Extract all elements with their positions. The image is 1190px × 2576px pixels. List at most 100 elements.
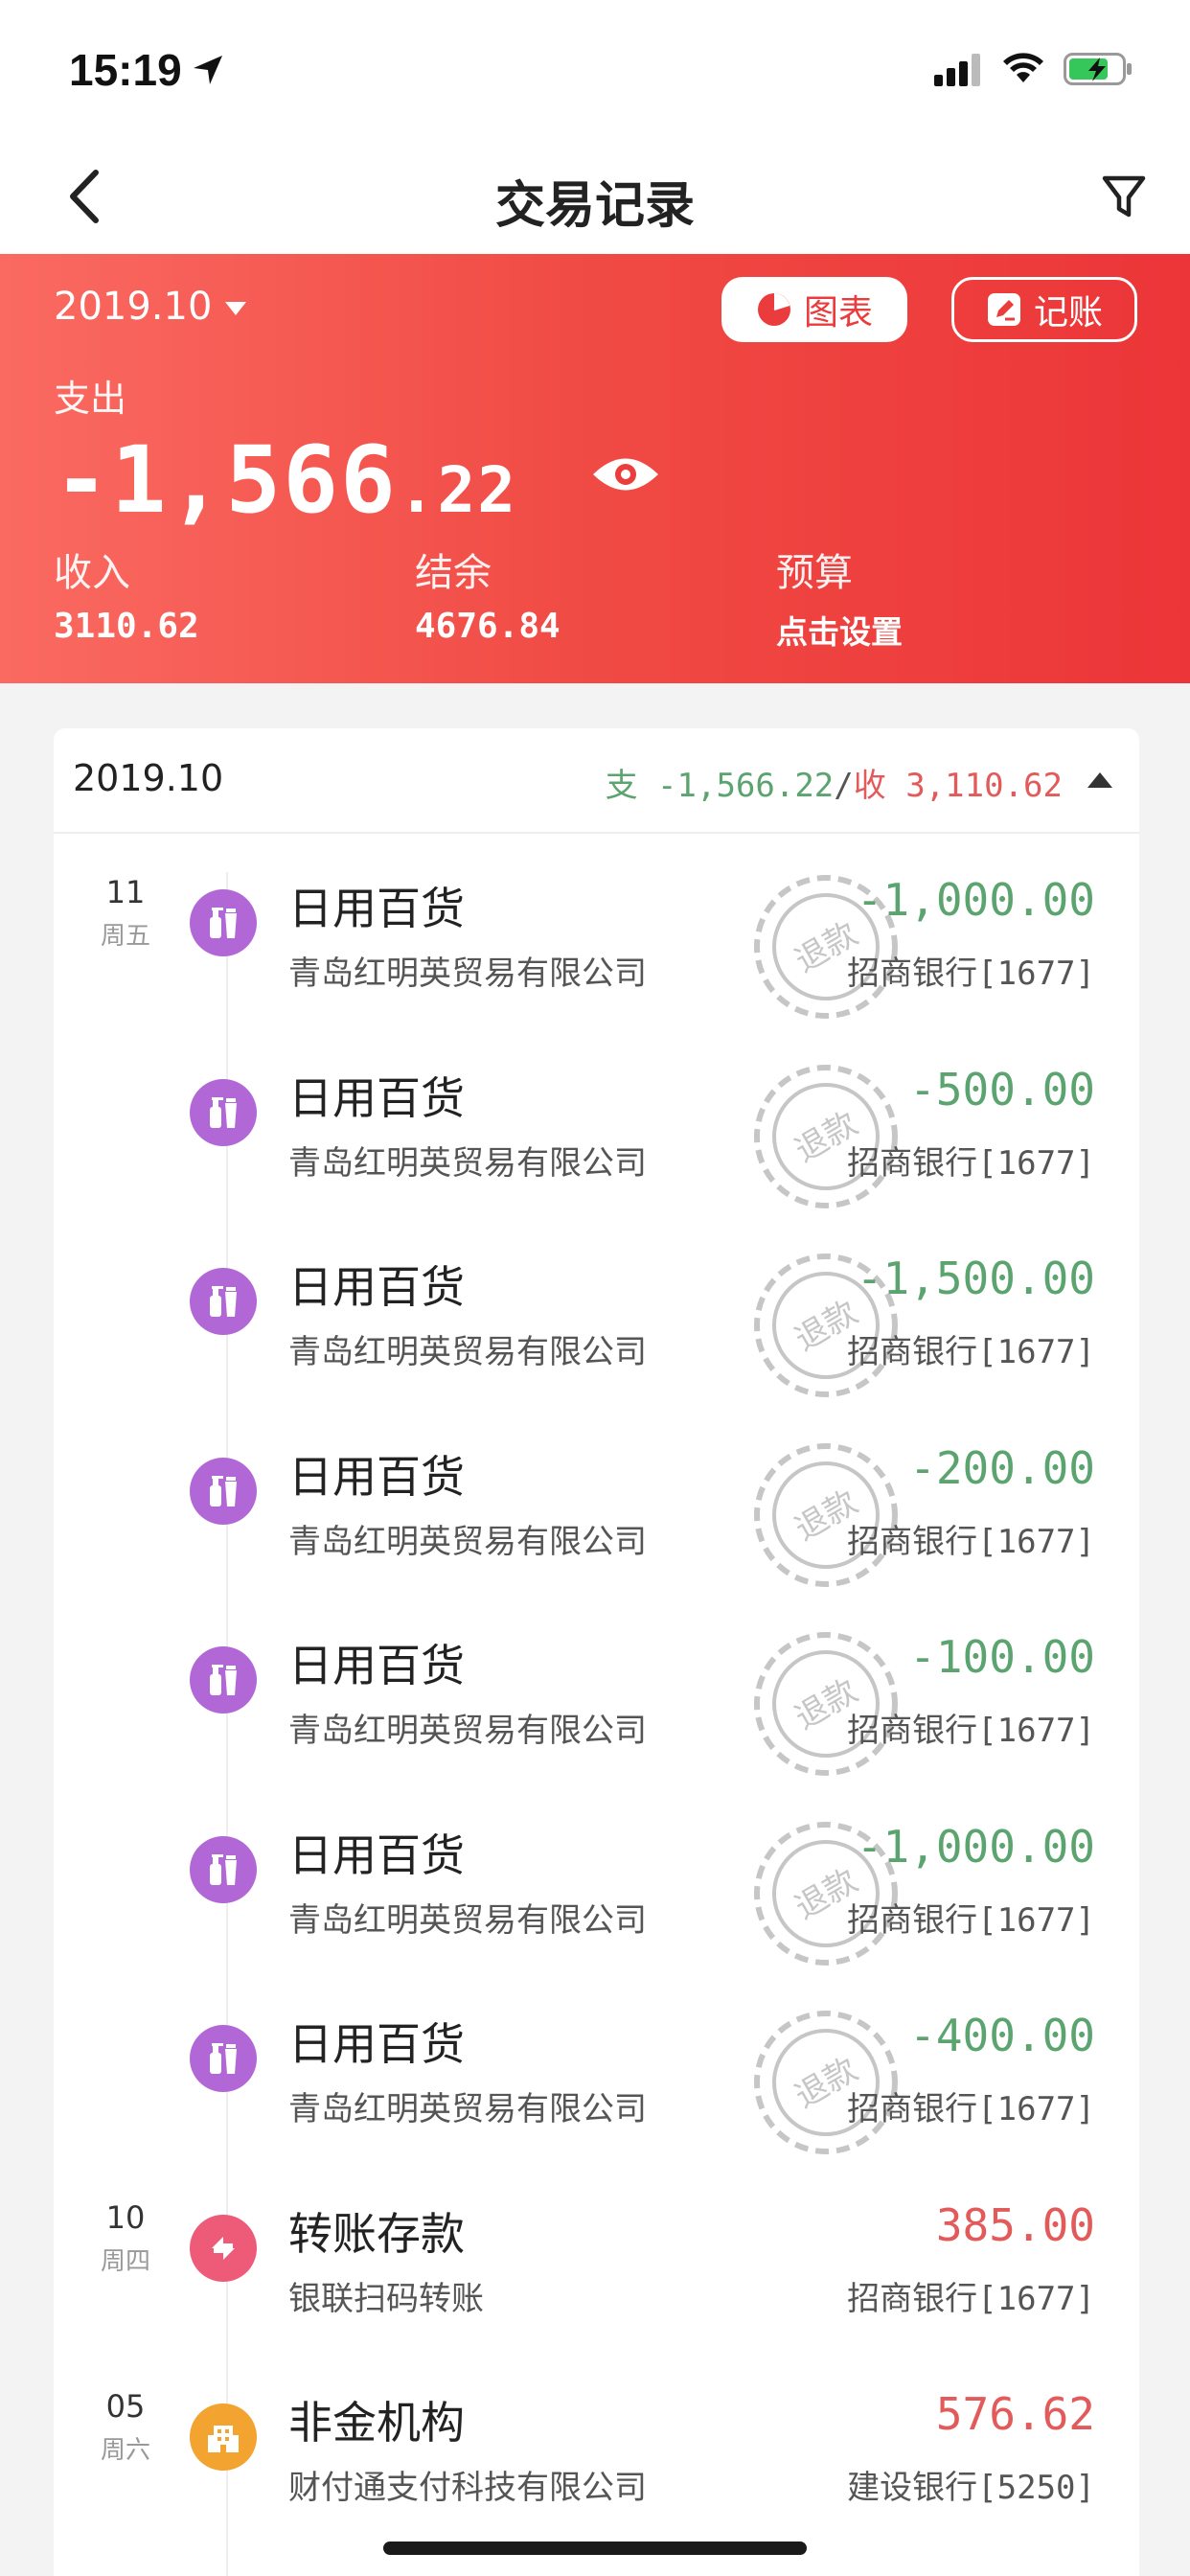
eye-icon[interactable] [589, 450, 662, 498]
status-time: 15:19 [69, 45, 182, 95]
transaction-amount: -500.00 [909, 1063, 1095, 1116]
daily-goods-icon [190, 1835, 257, 1903]
date-day: 11 [105, 874, 146, 910]
transaction-amount: 576.62 [935, 2388, 1095, 2440]
filter-icon[interactable] [1100, 167, 1148, 224]
transaction-merchant: 青岛红明英贸易有限公司 [288, 1900, 647, 1940]
daily-goods-icon [190, 1078, 257, 1146]
transaction-account: 招商银行[1677] [847, 1900, 1095, 1940]
transaction-account: 招商银行[1677] [847, 1143, 1095, 1183]
date-weekday: 周五 [100, 922, 150, 951]
budget-set-button[interactable]: 点击设置 [776, 607, 903, 653]
summary-header: 2019.10 图表 记账 支出 -1,566.22 收入 3110.62 结余… [0, 254, 1190, 683]
daily-goods-icon [190, 2025, 257, 2092]
card-month: 2019.10 [73, 757, 224, 799]
transaction-account: 招商银行[1677] [847, 1522, 1095, 1561]
daily-goods-icon [190, 889, 257, 956]
card-totals: 支 -1,566.22/收 3,110.62 [606, 759, 1063, 806]
transaction-amount: -400.00 [909, 2010, 1095, 2061]
transaction-merchant: 青岛红明英贸易有限公司 [288, 1333, 647, 1371]
budget-label: 预算 [776, 551, 853, 595]
date-day: 10 [105, 2198, 146, 2236]
transaction-category: 日用百货 [288, 1450, 465, 1503]
record-button-label: 记账 [1033, 293, 1103, 333]
pie-chart-icon [757, 293, 790, 326]
transaction-row[interactable]: 日用百货 青岛红明英贸易有限公司 退款 -100.00 招商银行[1677] [54, 1631, 1139, 1820]
transaction-row[interactable]: 日用百货 青岛红明英贸易有限公司 退款 -1,500.00 招商银行[1677] [54, 1253, 1139, 1441]
daily-goods-icon [190, 1646, 257, 1714]
transaction-amount: 385.00 [935, 2198, 1095, 2251]
card-expense-total: -1,566.22 [637, 767, 835, 805]
wifi-icon [1003, 53, 1043, 82]
transaction-account: 招商银行[1677] [847, 1333, 1095, 1371]
nav-bar: 交易记录 [0, 144, 1190, 254]
expense-amount: -1,566.22 [54, 426, 517, 534]
transaction-category: 日用百货 [288, 883, 465, 934]
record-button[interactable]: 记账 [951, 277, 1137, 342]
transaction-category: 日用百货 [288, 1640, 465, 1691]
transaction-merchant: 青岛红明英贸易有限公司 [288, 954, 647, 993]
month-selector[interactable]: 2019.10 [54, 285, 247, 329]
transaction-merchant: 银联扫码转账 [288, 2279, 484, 2318]
transaction-merchant: 青岛红明英贸易有限公司 [288, 1522, 647, 1561]
transaction-category: 转账存款 [288, 2207, 465, 2260]
expense-label: 支出 [54, 378, 127, 420]
transaction-category: 日用百货 [288, 2018, 465, 2070]
month-label: 2019.10 [54, 285, 213, 329]
transaction-merchant: 青岛红明英贸易有限公司 [288, 1143, 647, 1183]
transaction-row[interactable]: 11 周五 日用百货 青岛红明英贸易有限公司 退款 -1,000.00 招商银行[1677] [54, 874, 1139, 1063]
date-day: 05 [105, 2388, 146, 2425]
transaction-row[interactable]: 日用百货 青岛红明英贸易有限公司 退款 -500.00 招商银行[1677] [54, 1064, 1139, 1253]
transaction-merchant: 财付通支付科技有限公司 [288, 2469, 647, 2507]
institution-icon [190, 2404, 257, 2471]
chart-button[interactable]: 图表 [721, 277, 907, 342]
card-income-prefix: 收 [853, 767, 886, 805]
income-label: 收入 [54, 551, 130, 595]
transaction-account: 招商银行[1677] [847, 1712, 1095, 1750]
transaction-row[interactable]: 10 周四 转账存款银联扫码转账 385.00 招商银行[1677] [54, 2199, 1139, 2388]
expense-amount-int: -1,566 [54, 426, 398, 534]
page-title: 交易记录 [494, 177, 695, 235]
home-indicator [383, 2542, 807, 2555]
daily-goods-icon [190, 1268, 257, 1335]
transaction-account: 招商银行[1677] [847, 954, 1095, 993]
transaction-account: 招商银行[1677] [847, 2090, 1095, 2128]
chart-button-label: 图表 [803, 293, 873, 333]
transaction-row[interactable]: 日用百货 青岛红明英贸易有限公司 退款 -1,000.00 招商银行[1677] [54, 1821, 1139, 2010]
transaction-category: 非金机构 [288, 2397, 465, 2449]
transaction-amount: -200.00 [909, 1441, 1095, 1494]
transaction-row[interactable]: 日用百货 青岛红明英贸易有限公司 退款 -200.00 招商银行[1677] [54, 1442, 1139, 1631]
transaction-amount: -100.00 [909, 1631, 1095, 1683]
edit-icon [987, 293, 1020, 326]
balance-label: 结余 [415, 551, 492, 595]
transaction-merchant: 青岛红明英贸易有限公司 [288, 2090, 647, 2128]
transaction-amount: -1,500.00 [856, 1253, 1095, 1304]
transaction-account: 建设银行[5250] [847, 2469, 1095, 2507]
transaction-category: 日用百货 [288, 1071, 465, 1124]
transaction-merchant: 青岛红明英贸易有限公司 [288, 1712, 647, 1750]
cellular-signal-icon [934, 54, 980, 86]
collapse-arrow-icon[interactable] [1087, 772, 1112, 788]
transfer-icon [190, 2214, 257, 2282]
battery-charging-icon [1064, 53, 1132, 85]
location-arrow-icon [194, 56, 222, 84]
expense-amount-dec: .22 [397, 453, 517, 527]
card-separator: / [834, 767, 854, 805]
transaction-card: 2019.10 支 -1,566.22/收 3,110.62 11 周五 日用百货青… [54, 728, 1139, 2576]
income-value: 3110.62 [54, 607, 199, 646]
transaction-category: 日用百货 [288, 1261, 465, 1313]
transaction-amount: -1,000.00 [856, 1820, 1095, 1873]
caret-down-icon [225, 302, 247, 315]
card-expense-prefix: 支 [605, 767, 638, 805]
transaction-account: 招商银行[1677] [847, 2279, 1095, 2318]
date-weekday: 周四 [100, 2246, 150, 2276]
card-header[interactable]: 2019.10 支 -1,566.22/收 3,110.62 [54, 728, 1139, 834]
daily-goods-icon [190, 1457, 257, 1525]
transaction-row[interactable]: 日用百货 青岛红明英贸易有限公司 退款 -400.00 招商银行[1677] [54, 2010, 1139, 2198]
transaction-amount: -1,000.00 [856, 874, 1095, 926]
balance-value: 4676.84 [415, 607, 561, 646]
transaction-category: 日用百货 [288, 1828, 465, 1881]
status-bar: 15:19 [0, 0, 1190, 144]
card-income-total: 3,110.62 [885, 767, 1063, 805]
date-weekday: 周六 [100, 2436, 150, 2465]
